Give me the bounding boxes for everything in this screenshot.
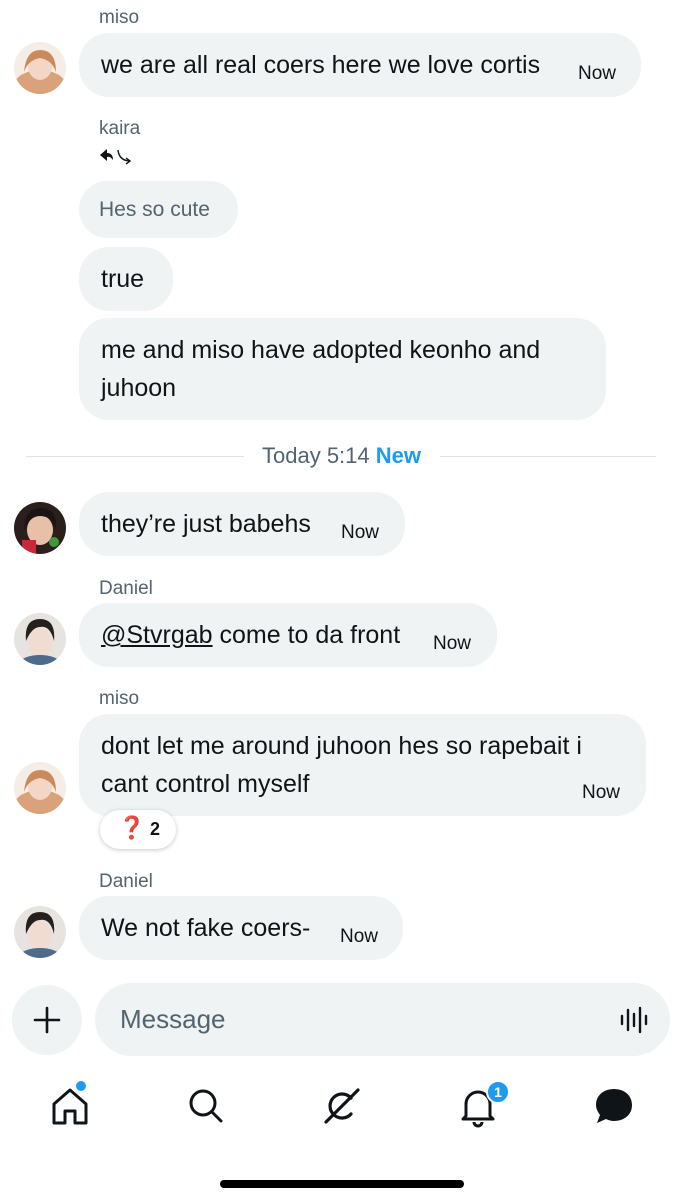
sender-name: miso [99, 688, 140, 709]
reply-quote-text: Hes so cute [99, 198, 210, 221]
message-bubble[interactable]: me and miso have adopted keonho and juho… [79, 318, 606, 420]
message-text-line: dont let me around juhoon hes so rapebai… [101, 732, 582, 760]
divider-line [26, 456, 244, 457]
reply-arrow-icon [98, 146, 136, 171]
message-text: @Stvrgab come to da front [101, 621, 400, 650]
nav-home[interactable] [46, 1082, 94, 1130]
reaction-pill[interactable]: ❓ 2 [100, 810, 176, 849]
avatar[interactable] [14, 906, 66, 958]
messages-icon [596, 1089, 632, 1123]
message-text-body: come to da front [212, 621, 401, 649]
message-text: we are all real coers here we love corti… [101, 51, 541, 79]
message-bubble[interactable]: @Stvrgab come to da front Now [79, 603, 497, 667]
nav-messages[interactable] [590, 1082, 638, 1130]
grok-icon [324, 1088, 360, 1124]
message-bubble[interactable]: we are all real coers here we love corti… [79, 33, 641, 97]
avatar[interactable] [14, 502, 66, 554]
message-bubble[interactable]: true [79, 247, 173, 311]
message-text-line: me and miso have adopted keonho and [101, 336, 541, 364]
message-text-line: juhoon [101, 374, 177, 402]
avatar[interactable] [14, 42, 66, 94]
message-bubble[interactable]: We not fake coers- Now [79, 896, 403, 960]
home-badge-dot [76, 1081, 86, 1091]
message-text-line: cant control myself [101, 770, 310, 798]
avatar[interactable] [14, 762, 66, 814]
voice-message-icon[interactable] [619, 1005, 649, 1035]
question-emoji-icon: ❓ [118, 815, 146, 840]
sender-name: Daniel [99, 871, 153, 892]
sender-name: miso [99, 7, 140, 28]
notification-count-badge: 1 [486, 1080, 510, 1104]
avatar[interactable] [14, 613, 66, 665]
message-timestamp: Now [582, 782, 621, 803]
new-label: New [375, 443, 422, 468]
message-bubble[interactable]: they’re just babehs Now [79, 492, 405, 556]
message-timestamp: Now [340, 926, 379, 947]
reaction-count: 2 [150, 819, 161, 839]
divider-line [440, 456, 656, 457]
message-input[interactable] [120, 1001, 590, 1037]
date-label: Today 5:14 [262, 443, 370, 468]
home-indicator[interactable] [220, 1180, 464, 1188]
nav-search[interactable] [182, 1082, 230, 1130]
search-icon [189, 1089, 223, 1123]
date-divider: Today 5:14 New [262, 443, 421, 469]
message-timestamp: Now [433, 633, 472, 654]
reply-quote[interactable]: Hes so cute [79, 181, 238, 238]
sender-name: Daniel [99, 578, 153, 599]
message-text: We not fake coers- [101, 914, 311, 942]
message-text: true [101, 265, 145, 293]
message-timestamp: Now [578, 63, 617, 84]
message-bubble[interactable]: dont let me around juhoon hes so rapebai… [79, 714, 646, 816]
plus-icon [33, 1006, 61, 1034]
nav-grok[interactable] [318, 1082, 366, 1130]
add-attachment-button[interactable] [12, 985, 82, 1055]
user-mention[interactable]: @Stvrgab [101, 621, 213, 649]
home-icon [52, 1088, 88, 1125]
message-composer[interactable] [95, 983, 670, 1056]
message-timestamp: Now [341, 522, 380, 543]
sender-name: kaira [99, 118, 141, 139]
message-text: they’re just babehs [101, 510, 311, 538]
